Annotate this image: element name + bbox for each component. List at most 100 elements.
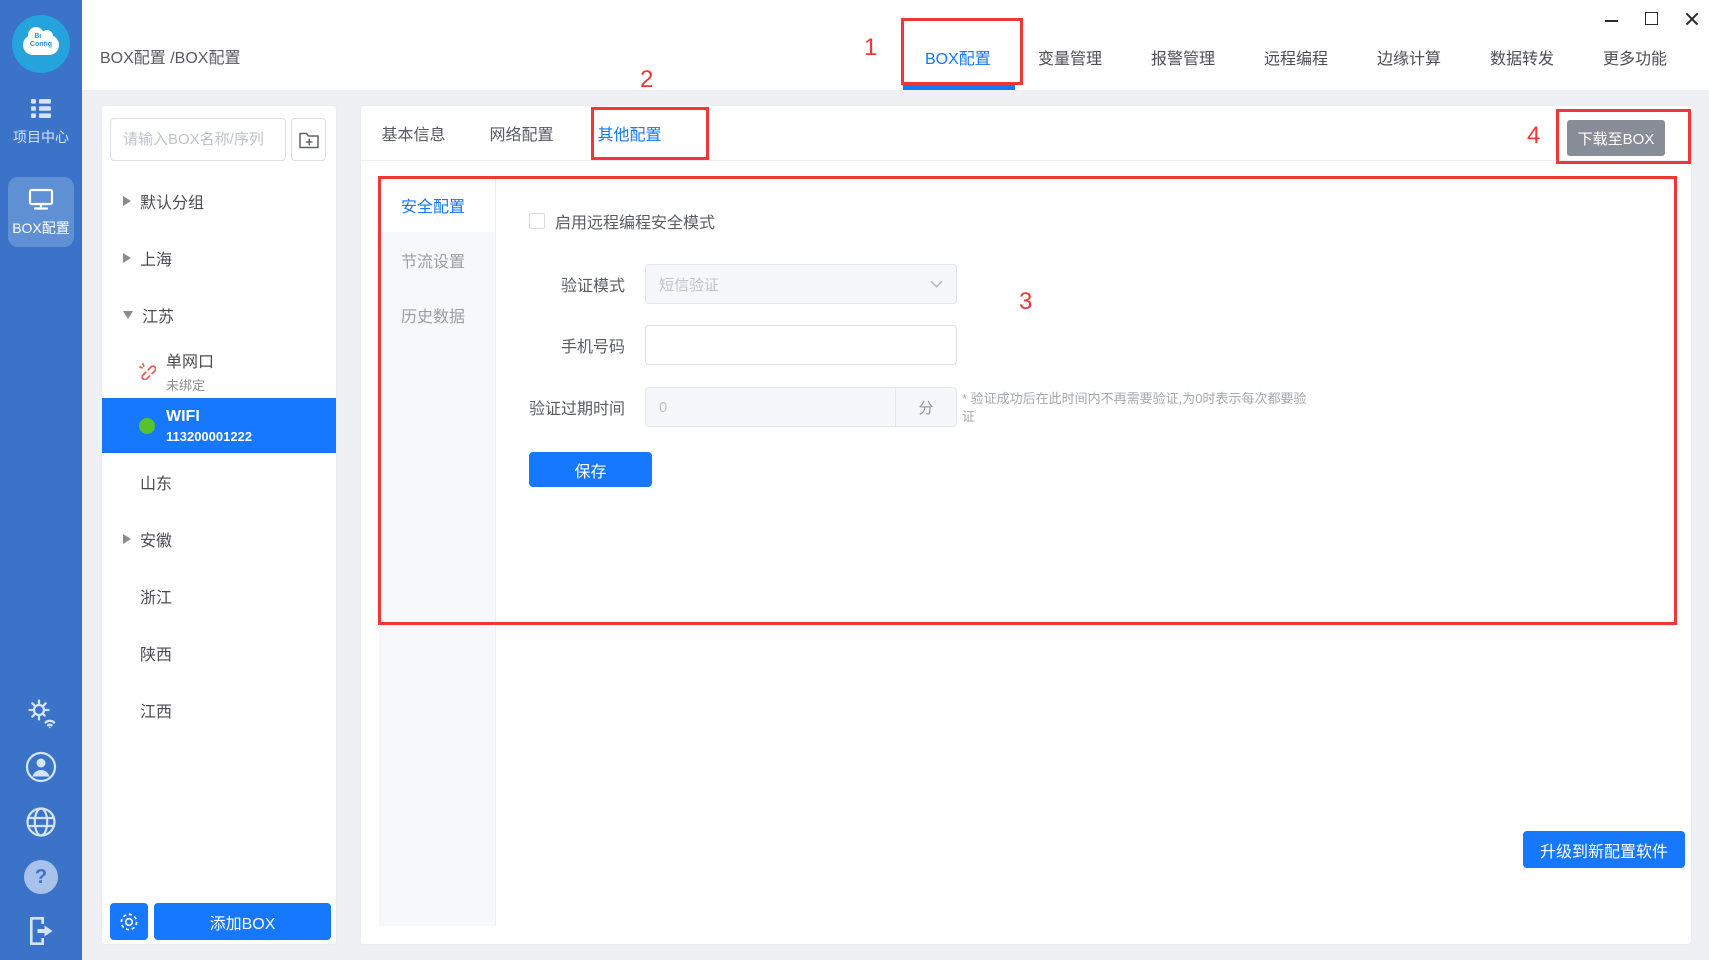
phone-label: 手机号码 (529, 333, 625, 357)
nav-tab-box-config[interactable]: BOX配置 (925, 45, 989, 69)
device-panel: 默认分组 上海 江苏 (101, 105, 337, 945)
top-nav: BOX配置 变量管理 报警管理 远程编程 边缘计算 数据转发 更多功能 (925, 45, 1667, 69)
verify-mode-value: 短信验证 (659, 274, 719, 295)
folder-plus-icon (298, 130, 320, 150)
remote-security-checkbox[interactable] (529, 213, 545, 229)
sidebar-item-project-center[interactable]: 项目中心 (13, 97, 69, 147)
tree-group-zhejiang[interactable]: 浙江 (102, 567, 336, 624)
verify-mode-row: 验证模式 短信验证 (529, 264, 957, 304)
tree-device-wired[interactable]: 单网口 未绑定 (102, 343, 336, 398)
save-button[interactable]: 保存 (529, 452, 652, 487)
device-detail: 未绑定 (166, 375, 214, 394)
tab-basic-info[interactable]: 基本信息 (381, 121, 446, 145)
nav-tab-remote-programming[interactable]: 远程编程 (1264, 45, 1328, 69)
logo-text: Box Config (23, 33, 59, 49)
globe-icon[interactable] (24, 805, 58, 839)
tree-group-label: 陕西 (140, 641, 172, 665)
sidebar-bottom-icons: ? (0, 696, 82, 947)
box-search-input[interactable] (110, 118, 286, 161)
caret-right-icon[interactable] (123, 196, 131, 206)
logout-icon[interactable] (26, 915, 56, 947)
sub-tab-history[interactable]: 历史数据 (379, 287, 495, 342)
phone-input[interactable] (645, 325, 957, 365)
phone-row: 手机号码 (529, 325, 957, 365)
tree-group-label: 江西 (140, 698, 172, 722)
device-text: 单网口 未绑定 (166, 348, 214, 394)
tree-group-anhui[interactable]: 安徽 (102, 510, 336, 567)
nav-tab-more-functions[interactable]: 更多功能 (1603, 45, 1667, 69)
gear-icon (118, 911, 140, 933)
caret-right-icon[interactable] (123, 534, 131, 544)
sub-tab-throttle[interactable]: 节流设置 (379, 232, 495, 287)
add-box-button[interactable]: 添加BOX (154, 903, 331, 940)
tab-other-config[interactable]: 其他配置 (597, 121, 662, 145)
help-glyph: ? (35, 866, 47, 889)
sidebar-item-box-config[interactable]: BOX配置 (8, 177, 74, 247)
tab-network-config[interactable]: 网络配置 (489, 121, 554, 145)
device-panel-footer: 添加BOX (110, 903, 331, 940)
nav-tab-variable-mgmt[interactable]: 变量管理 (1038, 45, 1102, 69)
maximize-button[interactable] (1645, 12, 1658, 25)
chevron-down-icon (930, 280, 943, 288)
nav-tab-data-forwarding[interactable]: 数据转发 (1490, 45, 1554, 69)
monitor-icon (28, 187, 54, 211)
online-dot-icon (138, 417, 156, 435)
device-text: WIFI 113200001222 (166, 408, 252, 444)
nav-tab-alarm-mgmt[interactable]: 报警管理 (1151, 45, 1215, 69)
top-header: BOX配置 /BOX配置 BOX配置 变量管理 报警管理 远程编程 边缘计算 数… (82, 0, 1709, 90)
sub-tab-column: 安全配置 节流设置 历史数据 (379, 177, 496, 926)
breadcrumb: BOX配置 /BOX配置 (100, 44, 240, 68)
tree-group-shanghai[interactable]: 上海 (102, 229, 336, 286)
config-panel: 基本信息 网络配置 其他配置 下载至BOX 安全配置 节流设置 历史数据 启用远… (360, 105, 1692, 945)
tree-group-label: 默认分组 (140, 189, 204, 213)
close-button[interactable] (1685, 12, 1698, 25)
tree-group-label: 江苏 (142, 303, 174, 327)
remote-security-row: 启用远程编程安全模式 (529, 209, 715, 233)
expire-note: * 验证成功后在此时间内不再需要验证,为0时表示每次都要验证 (962, 390, 1307, 426)
help-icon[interactable]: ? (24, 860, 58, 894)
expire-row: 验证过期时间 分 (529, 387, 957, 427)
caret-down-icon[interactable] (123, 311, 133, 319)
search-row (102, 106, 336, 161)
tree-group-shandong[interactable]: 山东 (102, 453, 336, 510)
tree-group-shaanxi[interactable]: 陕西 (102, 624, 336, 681)
cloud-logo-icon: Box Config (23, 35, 59, 55)
tree-group-jiangsu[interactable]: 江苏 (102, 286, 336, 343)
app-window: Box Config 项目中心 BOX配置 (0, 0, 1709, 960)
user-icon[interactable] (24, 750, 58, 784)
sub-tab-security[interactable]: 安全配置 (379, 177, 495, 232)
app-sidebar: Box Config 项目中心 BOX配置 (0, 0, 82, 960)
add-group-button[interactable] (291, 118, 326, 161)
device-name: WIFI (166, 408, 252, 426)
tree-group-label: 山东 (140, 470, 172, 494)
caret-right-icon[interactable] (123, 253, 131, 263)
device-detail: 113200001222 (166, 429, 252, 444)
remote-security-label: 启用远程编程安全模式 (555, 209, 715, 233)
minimize-button[interactable] (1605, 14, 1618, 22)
expire-input-group: 分 (645, 387, 957, 427)
download-to-box-button[interactable]: 下载至BOX (1567, 120, 1665, 156)
app-logo: Box Config (12, 15, 70, 73)
settings-wifi-icon[interactable] (25, 696, 58, 729)
unbound-broken-link-icon (138, 362, 156, 380)
tree-group-default[interactable]: 默认分组 (102, 172, 336, 229)
expire-unit: 分 (895, 388, 956, 426)
expire-input[interactable] (646, 388, 895, 426)
nav-tab-edge-computing[interactable]: 边缘计算 (1377, 45, 1441, 69)
tree-group-jiangxi[interactable]: 江西 (102, 681, 336, 738)
verify-mode-select[interactable]: 短信验证 (645, 264, 957, 304)
sidebar-item-label: 项目中心 (13, 127, 69, 147)
device-name: 单网口 (166, 348, 214, 372)
config-tab-bar: 基本信息 网络配置 其他配置 下载至BOX (361, 106, 1691, 161)
window-controls (1605, 8, 1698, 28)
tree-group-label: 安徽 (140, 527, 172, 551)
page-background: 默认分组 上海 江苏 (82, 90, 1709, 960)
tree-group-label: 上海 (140, 246, 172, 270)
upgrade-software-button[interactable]: 升级到新配置软件 (1523, 831, 1685, 868)
tree-group-label: 浙江 (140, 584, 172, 608)
tree-device-wifi[interactable]: WIFI 113200001222 (102, 398, 336, 453)
tree-settings-button[interactable] (110, 903, 148, 940)
sidebar-item-label: BOX配置 (12, 218, 70, 238)
expire-label: 验证过期时间 (529, 395, 625, 419)
verify-mode-label: 验证模式 (529, 272, 625, 296)
